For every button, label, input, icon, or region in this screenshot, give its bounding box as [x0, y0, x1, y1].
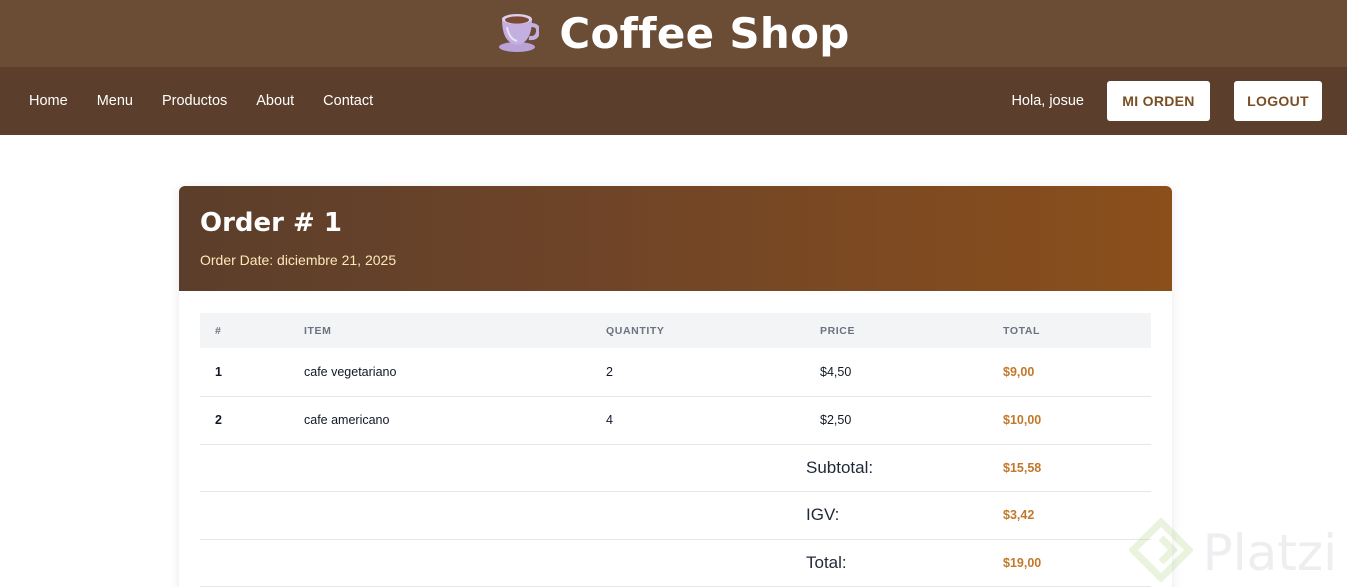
col-header-num: # [200, 313, 304, 348]
table-row: 2 cafe americano 4 $2,50 $10,00 [200, 396, 1151, 445]
col-header-total: TOTAL [1003, 313, 1151, 348]
watermark-text: Platzi [1202, 523, 1337, 582]
coffee-cup-icon [497, 9, 541, 58]
igv-row: IGV: $3,42 [200, 491, 1151, 540]
platzi-logo-icon [1127, 517, 1194, 587]
platzi-watermark: Platzi [1127, 517, 1337, 587]
nav-link-productos[interactable]: Productos [162, 93, 227, 109]
row-price: $4,50 [820, 348, 1003, 397]
total-row: Total: $19,00 [200, 539, 1151, 587]
igv-label: IGV: [806, 491, 1003, 540]
total-label: Total: [806, 539, 1003, 587]
user-greeting: Hola, josue [1011, 93, 1084, 109]
col-header-price: PRICE [820, 313, 1003, 348]
subtotal-row: Subtotal: $15,58 [200, 444, 1151, 492]
row-num: 1 [200, 348, 304, 397]
order-table-wrap: # ITEM QUANTITY PRICE TOTAL 1 cafe veget… [179, 291, 1172, 587]
brand-bar: Coffee Shop [0, 0, 1347, 67]
main-nav: Home Menu Productos About Contact Hola, … [0, 67, 1347, 135]
subtotal-value: $15,58 [1003, 444, 1151, 492]
order-card: Order # 1 Order Date: diciembre 21, 2025… [179, 186, 1172, 587]
nav-links: Home Menu Productos About Contact [29, 93, 402, 109]
mi-orden-button[interactable]: MI ORDEN [1107, 81, 1210, 121]
nav-link-menu[interactable]: Menu [97, 93, 133, 109]
brand: Coffee Shop [497, 9, 849, 58]
row-quantity: 2 [606, 348, 820, 397]
nav-link-about[interactable]: About [256, 93, 294, 109]
order-date: Order Date: diciembre 21, 2025 [200, 252, 397, 268]
col-header-quantity: QUANTITY [606, 313, 820, 348]
row-price: $2,50 [820, 396, 1003, 445]
row-item: cafe americano [304, 396, 606, 445]
nav-link-contact[interactable]: Contact [323, 93, 373, 109]
logout-button[interactable]: LOGOUT [1234, 81, 1322, 121]
row-num: 2 [200, 396, 304, 445]
row-quantity: 4 [606, 396, 820, 445]
nav-right: Hola, josue MI ORDEN LOGOUT [1011, 81, 1322, 121]
app-title: Coffee Shop [559, 9, 850, 58]
order-title: Order # 1 [200, 208, 342, 238]
table-header-row: # ITEM QUANTITY PRICE TOTAL [200, 313, 1151, 348]
order-header: Order # 1 Order Date: diciembre 21, 2025 [179, 186, 1172, 291]
table-row: 1 cafe vegetariano 2 $4,50 $9,00 [200, 348, 1151, 397]
row-item: cafe vegetariano [304, 348, 606, 397]
order-table: # ITEM QUANTITY PRICE TOTAL 1 cafe veget… [200, 313, 1151, 587]
nav-link-home[interactable]: Home [29, 93, 68, 109]
row-total: $9,00 [1003, 348, 1151, 397]
subtotal-label: Subtotal: [806, 444, 1003, 492]
col-header-item: ITEM [304, 313, 606, 348]
row-total: $10,00 [1003, 396, 1151, 445]
